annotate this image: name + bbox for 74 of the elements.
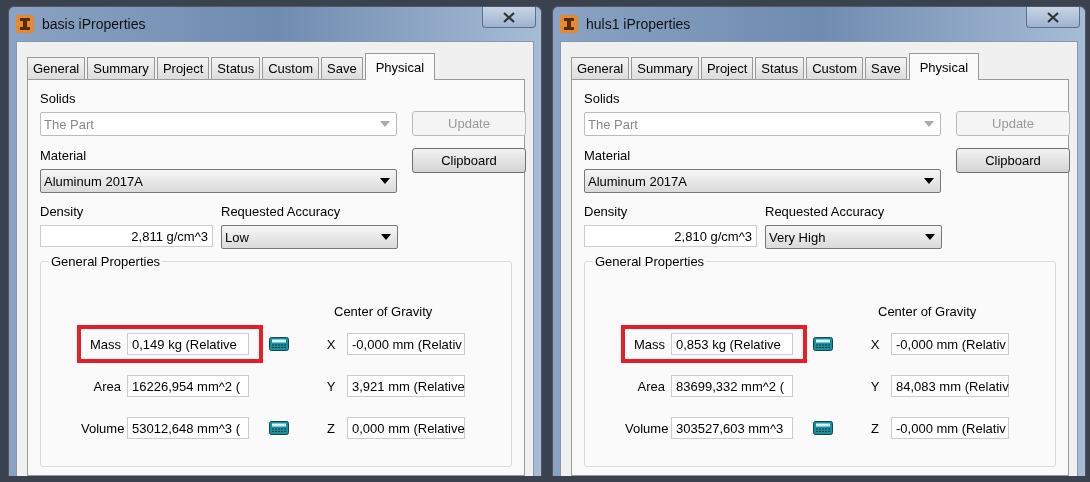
group-title: General Properties [49, 254, 163, 269]
axis-label: X [325, 336, 337, 352]
tab[interactable]: Custom [806, 57, 863, 79]
clipboard-button[interactable]: Clipboard [956, 148, 1070, 173]
value-field[interactable]: -0,000 mm (Relativ [347, 333, 465, 355]
tab[interactable]: Status [211, 57, 261, 79]
value-field[interactable]: 16226,954 mm^2 ( [127, 375, 249, 397]
group-title: General Properties [593, 254, 707, 269]
close-button[interactable] [1026, 7, 1080, 28]
value-field[interactable]: 303527,603 mm^3 [671, 417, 793, 439]
field-label: Solids [584, 91, 621, 106]
calculator-icon[interactable] [269, 337, 289, 351]
density-field[interactable]: 2,811 g/cm^3 [40, 225, 213, 247]
window-title: basis iProperties [42, 16, 147, 32]
axis-label: Y [325, 378, 337, 394]
caret-icon [380, 178, 390, 184]
field-label: Material [40, 148, 88, 163]
field-label: Mass [88, 336, 121, 352]
calculator-icon[interactable] [269, 421, 289, 435]
tab[interactable]: Project [700, 57, 754, 79]
tab[interactable]: Save [321, 57, 363, 79]
close-icon [503, 11, 515, 23]
value-field[interactable]: 53012,648 mm^3 ( [127, 417, 249, 439]
clipboard-button[interactable]: Clipboard [412, 148, 526, 173]
dropdown[interactable]: Aluminum 2017A [584, 169, 941, 193]
tab[interactable]: Status [755, 57, 805, 79]
value-field[interactable]: 0,149 kg (Relative [127, 333, 249, 355]
tab[interactable]: Project [156, 57, 210, 79]
field-label: Area [636, 378, 665, 394]
axis-label: Z [870, 420, 880, 436]
close-icon [1047, 11, 1059, 23]
tab[interactable]: Save [865, 57, 907, 79]
tab[interactable]: Summary [631, 57, 699, 79]
field-label: Solids [40, 91, 77, 106]
axis-label: Y [869, 378, 881, 394]
column-heading: Center of Gravity [878, 304, 978, 319]
calculator-icon[interactable] [813, 337, 833, 351]
density-field[interactable]: 2,810 g/cm^3 [584, 225, 757, 247]
tab[interactable]: General [27, 57, 86, 79]
value-field[interactable]: -0,000 mm (Relativ [891, 333, 1009, 355]
calculator-icon[interactable] [813, 421, 833, 435]
dropdown[interactable]: Low [221, 225, 398, 249]
value-field[interactable]: 3,921 mm (Relative [347, 375, 465, 397]
field-label: Requested Accuracy [765, 204, 886, 219]
tab[interactable]: Physical [908, 53, 980, 80]
field-label: Density [584, 204, 629, 219]
caret-icon [925, 234, 935, 240]
value-field[interactable]: -0,000 mm (Relativ [891, 417, 1009, 439]
tab[interactable]: General [571, 57, 630, 79]
i-beam-icon [560, 15, 578, 33]
column-heading: Center of Gravity [334, 304, 434, 319]
caret-icon [924, 178, 934, 184]
window-title: huls1 iProperties [586, 16, 692, 32]
tab[interactable]: Summary [87, 57, 155, 79]
axis-label: X [869, 336, 881, 352]
axis-label: Z [326, 420, 336, 436]
i-beam-icon [16, 15, 34, 33]
value-field[interactable]: 0,853 kg (Relative [671, 333, 793, 355]
caret-icon [924, 121, 934, 127]
value-field[interactable]: 83699,332 mm^2 ( [671, 375, 793, 397]
caret-icon [381, 234, 391, 240]
tab[interactable]: Physical [364, 53, 436, 80]
field-label: Mass [632, 336, 665, 352]
value-field[interactable]: 84,083 mm (Relativ [891, 375, 1009, 397]
dropdown[interactable]: Aluminum 2017A [40, 169, 397, 193]
field-label: Area [92, 378, 121, 394]
field-label: Density [40, 204, 85, 219]
field-label: Material [584, 148, 632, 163]
dropdown[interactable]: Very High [765, 225, 942, 249]
field-label: Requested Accuracy [221, 204, 342, 219]
close-button[interactable] [482, 7, 536, 28]
tab[interactable]: Custom [262, 57, 319, 79]
value-field[interactable]: 0,000 mm (Relative [347, 417, 465, 439]
caret-icon [380, 121, 390, 127]
